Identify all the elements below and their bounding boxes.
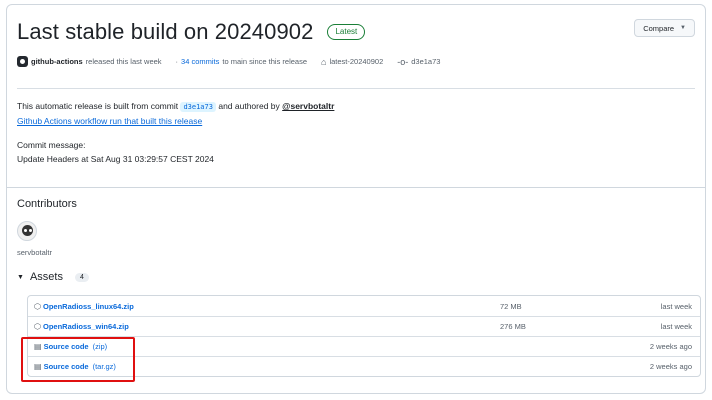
author-mention[interactable]: @servbotaltr (282, 101, 334, 111)
assets-list: ⬡ OpenRadioss_linux64.zip 72 MB last wee… (27, 295, 701, 377)
asset-row: ▤ Source code (zip) 2 weeks ago (28, 336, 700, 356)
release-header: Last stable build on 20240902 Latest Com… (17, 19, 695, 45)
workflow-run-link[interactable]: Github Actions workflow run that built t… (17, 114, 334, 128)
package-icon: ⬡ (34, 322, 41, 331)
file-zip-icon: ▤ (34, 342, 42, 351)
description-prefix: This automatic release is built from com… (17, 101, 179, 111)
asset-name[interactable]: ⬡ OpenRadioss_linux64.zip (34, 302, 134, 311)
header-divider (17, 88, 695, 89)
asset-row: ⬡ OpenRadioss_linux64.zip 72 MB last wee… (28, 296, 700, 316)
commits-suffix: to main since this release (222, 57, 308, 66)
commit-group[interactable]: -o- d3e1a73 (397, 57, 440, 67)
chevron-down-icon: ▼ (680, 25, 686, 31)
asset-format[interactable]: (tar.gz) (93, 362, 116, 371)
commit-message: Update Headers at Sat Aug 31 03:29:57 CE… (17, 154, 214, 164)
release-card: Last stable build on 20240902 Latest Com… (6, 4, 706, 394)
tag-label[interactable]: latest-20240902 (329, 57, 383, 66)
latest-badge: Latest (327, 24, 366, 40)
asset-date: 2 weeks ago (649, 362, 692, 371)
assets-count-badge: 4 (74, 272, 89, 282)
asset-name[interactable]: ⬡ OpenRadioss_win64.zip (34, 322, 129, 331)
asset-name[interactable]: ▤ Source code (zip) (34, 342, 107, 351)
release-title[interactable]: Last stable build on 20240902 (17, 19, 313, 45)
released-text: released this last week (85, 57, 162, 66)
avatar-eye (24, 229, 27, 232)
file-zip-icon: ▤ (34, 362, 42, 371)
compare-button[interactable]: Compare ▼ (634, 19, 695, 37)
compare-label: Compare (643, 23, 675, 33)
asset-link[interactable]: Source code (44, 362, 89, 371)
commit-message-label: Commit message: (17, 140, 86, 150)
asset-link[interactable]: Source code (44, 342, 89, 351)
assets-title: Assets (29, 271, 63, 283)
section-divider (7, 187, 705, 188)
asset-row: ▤ Source code (tar.gz) 2 weeks ago (28, 356, 700, 376)
package-icon: ⬡ (34, 301, 41, 311)
avatar-eye (29, 229, 32, 232)
commit-chip[interactable]: d3e1a73 (180, 102, 216, 112)
dot-separator: · (175, 57, 179, 66)
asset-size: 276 MB (500, 322, 526, 331)
github-actions-avatar-icon[interactable] (17, 56, 28, 67)
commit-sha[interactable]: d3e1a73 (411, 57, 440, 66)
asset-format[interactable]: (zip) (93, 342, 108, 351)
release-description: This automatic release is built from com… (17, 99, 334, 166)
assets-toggle[interactable]: ▼ Assets 4 (17, 271, 89, 283)
commits-since: · 34 commits to main since this release (176, 57, 307, 66)
asset-date: last week (660, 301, 692, 311)
git-commit-icon: -o- (397, 56, 409, 67)
commits-link[interactable]: 34 commits (181, 57, 219, 66)
tag-icon: ⌂ (321, 56, 327, 67)
release-author[interactable]: github-actions (31, 57, 83, 66)
asset-date: last week (660, 322, 692, 331)
contributor-avatar[interactable] (17, 221, 37, 241)
asset-link[interactable]: OpenRadioss_win64.zip (43, 322, 129, 331)
asset-link[interactable]: OpenRadioss_linux64.zip (43, 302, 134, 311)
asset-date: 2 weeks ago (649, 342, 692, 351)
asset-name[interactable]: ▤ Source code (tar.gz) (34, 362, 116, 371)
asset-row: ⬡ OpenRadioss_win64.zip 276 MB last week (28, 316, 700, 336)
description-line1: This automatic release is built from com… (17, 99, 334, 114)
asset-size: 72 MB (500, 301, 522, 311)
contributor-name[interactable]: servbotaltr (17, 248, 52, 257)
release-meta: github-actions released this last week ·… (17, 56, 440, 67)
triangle-down-icon: ▼ (17, 273, 24, 281)
contributors-title: Contributors (17, 198, 77, 210)
description-middle: and authored by (218, 101, 280, 111)
tag-group[interactable]: ⌂ latest-20240902 (321, 57, 383, 67)
